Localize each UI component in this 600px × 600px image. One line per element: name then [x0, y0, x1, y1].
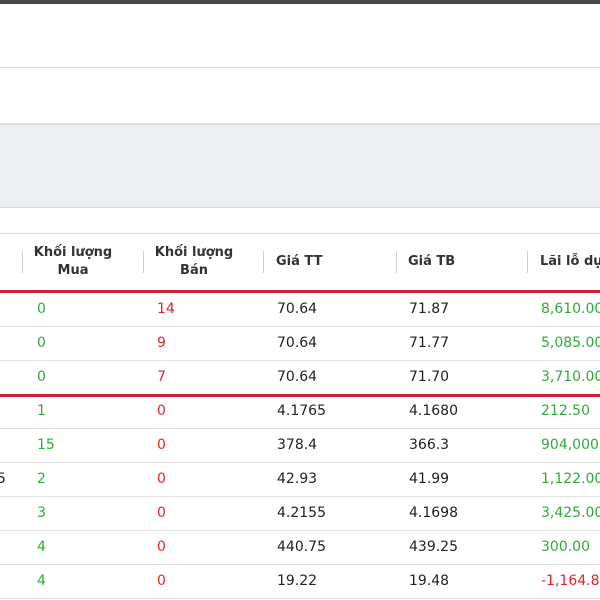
pnl-cell: 3,425.00	[541, 505, 600, 521]
table-header: Khối lượng Mua Khối lượng Bán Giá TT Giá…	[0, 233, 600, 290]
price-tb-cell: 4.1680	[409, 403, 458, 419]
column-header-sell-qty[interactable]: Khối lượng Bán	[150, 234, 238, 290]
price-tt-cell: 4.1765	[277, 403, 326, 419]
price-tb-cell: 71.77	[409, 335, 450, 351]
table-row[interactable]: 0 7 70.64 71.70 3,710.00	[0, 361, 600, 395]
table-row[interactable]: 4 0 19.22 19.48 -1,164.80	[0, 565, 600, 599]
price-tt-cell: 70.64	[277, 301, 318, 317]
header-label: Giá TT	[276, 254, 323, 269]
header-label: Khối lượng	[154, 245, 234, 260]
truncated-cell: 5	[0, 471, 6, 487]
column-separator	[396, 251, 397, 273]
price-tb-cell: 19.48	[409, 573, 450, 589]
sell-qty-cell: 0	[157, 437, 166, 453]
column-header-buy-qty[interactable]: Khối lượng Mua	[30, 234, 116, 290]
buy-qty-cell: 3	[37, 505, 46, 521]
buy-qty-cell: 4	[37, 539, 46, 555]
sell-qty-cell: 9	[157, 335, 166, 351]
buy-qty-cell: 0	[37, 301, 46, 317]
filter-panel	[0, 125, 600, 208]
header-label: Giá TB	[408, 254, 456, 269]
pnl-cell: 3,710.00	[541, 369, 600, 385]
pnl-cell: 8,610.00	[541, 301, 600, 317]
price-tt-cell: 440.75	[277, 539, 326, 555]
buy-qty-cell: 15	[37, 437, 55, 453]
buy-qty-cell: 2	[37, 471, 46, 487]
header-label: Mua	[57, 263, 89, 278]
table-row[interactable]: 3 0 4.2155 4.1698 3,425.00	[0, 497, 600, 531]
column-header-price-tt[interactable]: Giá TT	[276, 234, 386, 290]
toolbar-area	[0, 4, 600, 67]
header-label: Lãi lỗ dự k	[540, 254, 600, 269]
sell-qty-cell: 0	[157, 573, 166, 589]
table-row[interactable]: 4 0 440.75 439.25 300.00	[0, 531, 600, 565]
header-label: Khối lượng	[33, 245, 113, 260]
price-tb-cell: 366.3	[409, 437, 450, 453]
buy-qty-cell: 0	[37, 335, 46, 351]
table-row[interactable]: 1 0 4.1765 4.1680 212.50	[0, 395, 600, 429]
table-row[interactable]: 0 9 70.64 71.77 5,085.00	[0, 327, 600, 361]
sell-qty-cell: 0	[157, 403, 166, 419]
column-separator	[263, 251, 264, 273]
price-tt-cell: 19.22	[277, 573, 318, 589]
page: Khối lượng Mua Khối lượng Bán Giá TT Giá…	[0, 0, 600, 600]
price-tt-cell: 42.93	[277, 471, 318, 487]
column-header-pnl[interactable]: Lãi lỗ dự k	[540, 234, 600, 290]
price-tb-cell: 71.87	[409, 301, 450, 317]
table-row[interactable]: 0 14 70.64 71.87 8,610.00	[0, 293, 600, 327]
pnl-cell: -1,164.80	[541, 573, 600, 589]
sell-qty-cell: 0	[157, 505, 166, 521]
pnl-cell: 5,085.00	[541, 335, 600, 351]
table-row[interactable]: 5 2 0 42.93 41.99 1,122.00	[0, 463, 600, 497]
table-row[interactable]: 15 0 378.4 366.3 904,000.0	[0, 429, 600, 463]
pnl-cell: 904,000.0	[541, 437, 600, 453]
divider	[0, 67, 600, 68]
pnl-cell: 212.50	[541, 403, 590, 419]
sell-qty-cell: 14	[157, 301, 175, 317]
price-tt-cell: 4.2155	[277, 505, 326, 521]
column-separator	[143, 251, 144, 273]
column-separator	[527, 251, 528, 273]
sell-qty-cell: 0	[157, 471, 166, 487]
price-tb-cell: 439.25	[409, 539, 458, 555]
buy-qty-cell: 4	[37, 573, 46, 589]
price-tb-cell: 71.70	[409, 369, 450, 385]
pnl-cell: 1,122.00	[541, 471, 600, 487]
buy-qty-cell: 1	[37, 403, 46, 419]
price-tt-cell: 70.64	[277, 369, 318, 385]
price-tb-cell: 4.1698	[409, 505, 458, 521]
price-tt-cell: 378.4	[277, 437, 318, 453]
column-header-price-tb[interactable]: Giá TB	[408, 234, 518, 290]
pnl-cell: 300.00	[541, 539, 590, 555]
sell-qty-cell: 0	[157, 539, 166, 555]
buy-qty-cell: 0	[37, 369, 46, 385]
header-label: Bán	[180, 263, 208, 278]
table-body: 0 14 70.64 71.87 8,610.00 0 9 70.64 71.7…	[0, 293, 600, 599]
column-separator	[22, 251, 23, 273]
sell-qty-cell: 7	[157, 369, 166, 385]
price-tb-cell: 41.99	[409, 471, 450, 487]
price-tt-cell: 70.64	[277, 335, 318, 351]
